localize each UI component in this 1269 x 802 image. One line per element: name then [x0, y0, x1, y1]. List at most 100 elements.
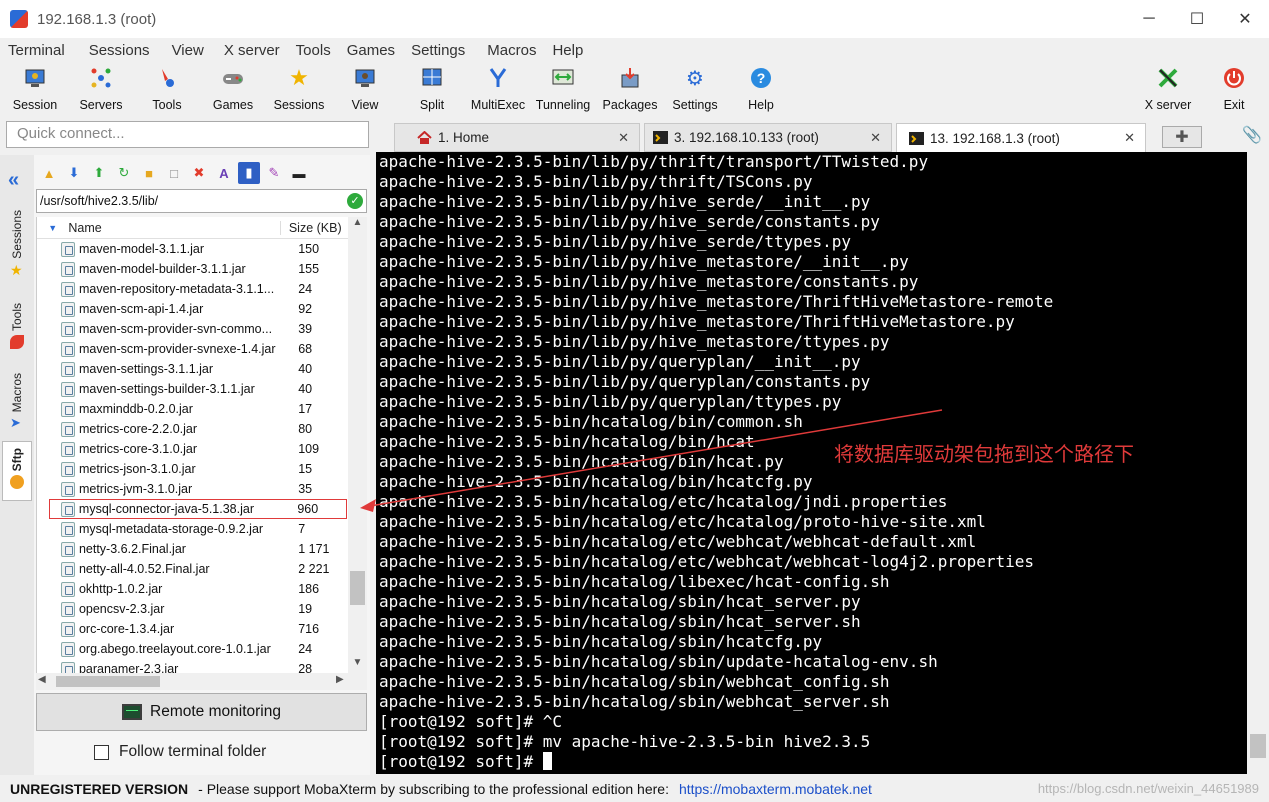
games-button[interactable]: Games: [200, 64, 266, 116]
file-row[interactable]: opencsv-2.3.jar 19: [37, 599, 348, 619]
file-row[interactable]: netty-all-4.0.52.Final.jar 2 221: [37, 559, 348, 579]
tab-close-icon[interactable]: ✕: [1124, 130, 1135, 146]
multiexec-button[interactable]: MultiExec: [465, 64, 531, 116]
side-tab-sessions[interactable]: Sessions ★: [2, 210, 32, 277]
tab-session-13[interactable]: 13. 192.168.1.3 (root) ✕: [896, 123, 1146, 152]
delete-icon[interactable]: ✖: [188, 162, 210, 184]
split-button[interactable]: Split: [399, 64, 465, 116]
file-row[interactable]: paranamer-2.3.jar 28: [37, 659, 348, 673]
tunneling-button[interactable]: Tunneling: [530, 64, 596, 116]
side-tab-tools[interactable]: Tools: [2, 303, 32, 350]
file-row-highlighted[interactable]: mysql-connector-java-5.1.38.jar 960: [49, 499, 347, 519]
terminal-scrollbar[interactable]: [1247, 152, 1269, 774]
magic-wand-icon[interactable]: ✎: [263, 162, 285, 184]
mobaxterm-link[interactable]: https://mobaxterm.mobatek.net: [679, 781, 872, 797]
path-ok-icon[interactable]: ✓: [347, 193, 363, 209]
file-row[interactable]: maven-model-3.1.1.jar 150: [37, 239, 348, 259]
file-row[interactable]: metrics-jvm-3.1.0.jar 35: [37, 479, 348, 499]
tab-close-icon[interactable]: ✕: [870, 130, 881, 146]
terminal-line: apache-hive-2.3.5-bin/hcatalog/etc/webhc…: [379, 552, 1035, 571]
new-file-icon[interactable]: □: [163, 162, 185, 184]
refresh-icon[interactable]: ↻: [113, 162, 135, 184]
file-row[interactable]: metrics-json-3.1.0.jar 15: [37, 459, 348, 479]
file-row[interactable]: maven-repository-metadata-3.1.1... 24: [37, 279, 348, 299]
rename-icon[interactable]: A: [213, 162, 235, 184]
terminal-output[interactable]: apache-hive-2.3.5-bin/lib/py/thrift/tran…: [376, 152, 1247, 774]
file-row[interactable]: maven-settings-3.1.1.jar 40: [37, 359, 348, 379]
scroll-down-icon[interactable]: ▼: [348, 657, 367, 673]
file-row[interactable]: maven-settings-builder-3.1.1.jar 40: [37, 379, 348, 399]
help-button[interactable]: ? Help: [728, 64, 794, 116]
sessions-button[interactable]: ★ Sessions: [266, 64, 332, 116]
servers-button[interactable]: Servers: [68, 64, 134, 116]
scroll-up-icon[interactable]: ▲: [348, 217, 367, 233]
menu-view[interactable]: View: [164, 42, 212, 59]
collapse-sidebar-icon[interactable]: «: [8, 169, 19, 192]
menu-settings[interactable]: Settings: [403, 42, 473, 59]
menu-games[interactable]: Games: [339, 42, 403, 59]
file-row[interactable]: metrics-core-3.1.0.jar 109: [37, 439, 348, 459]
minimize-button[interactable]: ─: [1125, 0, 1173, 38]
tools-button[interactable]: Tools: [134, 64, 200, 116]
close-button[interactable]: ✕: [1221, 0, 1269, 38]
column-size[interactable]: Size (KB): [279, 220, 348, 235]
file-list-hscrollbar[interactable]: ◀ ▶: [36, 673, 367, 690]
menu-tools[interactable]: Tools: [288, 42, 339, 59]
follow-folder-checkbox[interactable]: [94, 744, 109, 760]
file-row[interactable]: orc-core-1.3.4.jar 716: [37, 619, 348, 639]
settings-button[interactable]: ⚙ Settings: [662, 64, 728, 116]
tunneling-icon: [551, 66, 575, 90]
file-row[interactable]: maven-scm-provider-svnexe-1.4.jar 68: [37, 339, 348, 359]
column-name[interactable]: Name: [62, 221, 279, 235]
terminal-icon[interactable]: ▬: [288, 162, 310, 184]
hscroll-thumb[interactable]: [56, 676, 160, 687]
file-row[interactable]: mysql-metadata-storage-0.9.2.jar 7: [37, 519, 348, 539]
session-button[interactable]: Session: [2, 64, 68, 116]
exit-button[interactable]: Exit: [1201, 64, 1267, 116]
packages-button[interactable]: Packages: [597, 64, 663, 116]
file-name: maven-scm-api-1.4.jar: [78, 302, 204, 316]
terminal-scroll-thumb[interactable]: [1250, 734, 1266, 758]
tab-session-3[interactable]: 3. 192.168.10.133 (root) ✕: [644, 123, 892, 152]
file-row[interactable]: okhttp-1.0.2.jar 186: [37, 579, 348, 599]
file-row[interactable]: netty-3.6.2.Final.jar 1 171: [37, 539, 348, 559]
x-server-button[interactable]: X server: [1135, 64, 1201, 116]
hidden-files-icon[interactable]: ▮: [238, 162, 260, 184]
new-folder-icon[interactable]: ■: [138, 162, 160, 184]
file-row[interactable]: maven-model-builder-3.1.1.jar 155: [37, 259, 348, 279]
follow-terminal-folder[interactable]: Follow terminal folder: [94, 743, 266, 761]
new-tab-button[interactable]: ✚: [1162, 126, 1202, 148]
quick-connect-input[interactable]: Quick connect...: [6, 121, 369, 148]
remote-monitoring-button[interactable]: Remote monitoring: [36, 693, 367, 731]
maximize-button[interactable]: ☐: [1173, 0, 1221, 38]
x-server-icon: [1156, 66, 1180, 90]
sftp-path-input[interactable]: /usr/soft/hive2.3.5/lib/ ✓: [36, 189, 367, 213]
view-button[interactable]: View: [332, 64, 398, 116]
file-row[interactable]: metrics-core-2.2.0.jar 80: [37, 419, 348, 439]
tab-home[interactable]: 1. Home ✕: [394, 123, 640, 152]
parent-folder-icon[interactable]: ▲: [38, 162, 60, 184]
file-list-scrollbar[interactable]: ▲ ▼: [348, 217, 367, 673]
side-tab-sftp[interactable]: Sftp: [2, 441, 32, 501]
terminal-line: apache-hive-2.3.5-bin/hcatalog/sbin/hcat…: [379, 632, 823, 651]
menu-x-server[interactable]: X server: [216, 42, 288, 59]
scroll-right-icon[interactable]: ▶: [336, 674, 344, 685]
file-row[interactable]: maxminddb-0.2.0.jar 17: [37, 399, 348, 419]
menu-sessions[interactable]: Sessions: [81, 42, 158, 59]
attachment-icon[interactable]: 📎: [1242, 125, 1262, 145]
side-tab-macros[interactable]: Macros ➤: [2, 373, 32, 430]
menu-help[interactable]: Help: [544, 42, 591, 59]
scroll-thumb[interactable]: [350, 571, 365, 605]
tab-close-icon[interactable]: ✕: [618, 130, 629, 146]
upload-icon[interactable]: ⬆: [88, 162, 110, 184]
file-row[interactable]: maven-scm-api-1.4.jar 92: [37, 299, 348, 319]
menu-macros[interactable]: Macros: [479, 42, 544, 59]
file-size: 1 171: [298, 542, 330, 556]
jar-file-icon: [61, 601, 75, 617]
gear-icon: ⚙: [686, 67, 704, 90]
file-row[interactable]: org.abego.treelayout.core-1.0.1.jar 24: [37, 639, 348, 659]
menu-terminal[interactable]: Terminal: [0, 42, 73, 59]
download-icon[interactable]: ⬇: [63, 162, 85, 184]
scroll-left-icon[interactable]: ◀: [38, 674, 46, 685]
file-row[interactable]: maven-scm-provider-svn-commo... 39: [37, 319, 348, 339]
